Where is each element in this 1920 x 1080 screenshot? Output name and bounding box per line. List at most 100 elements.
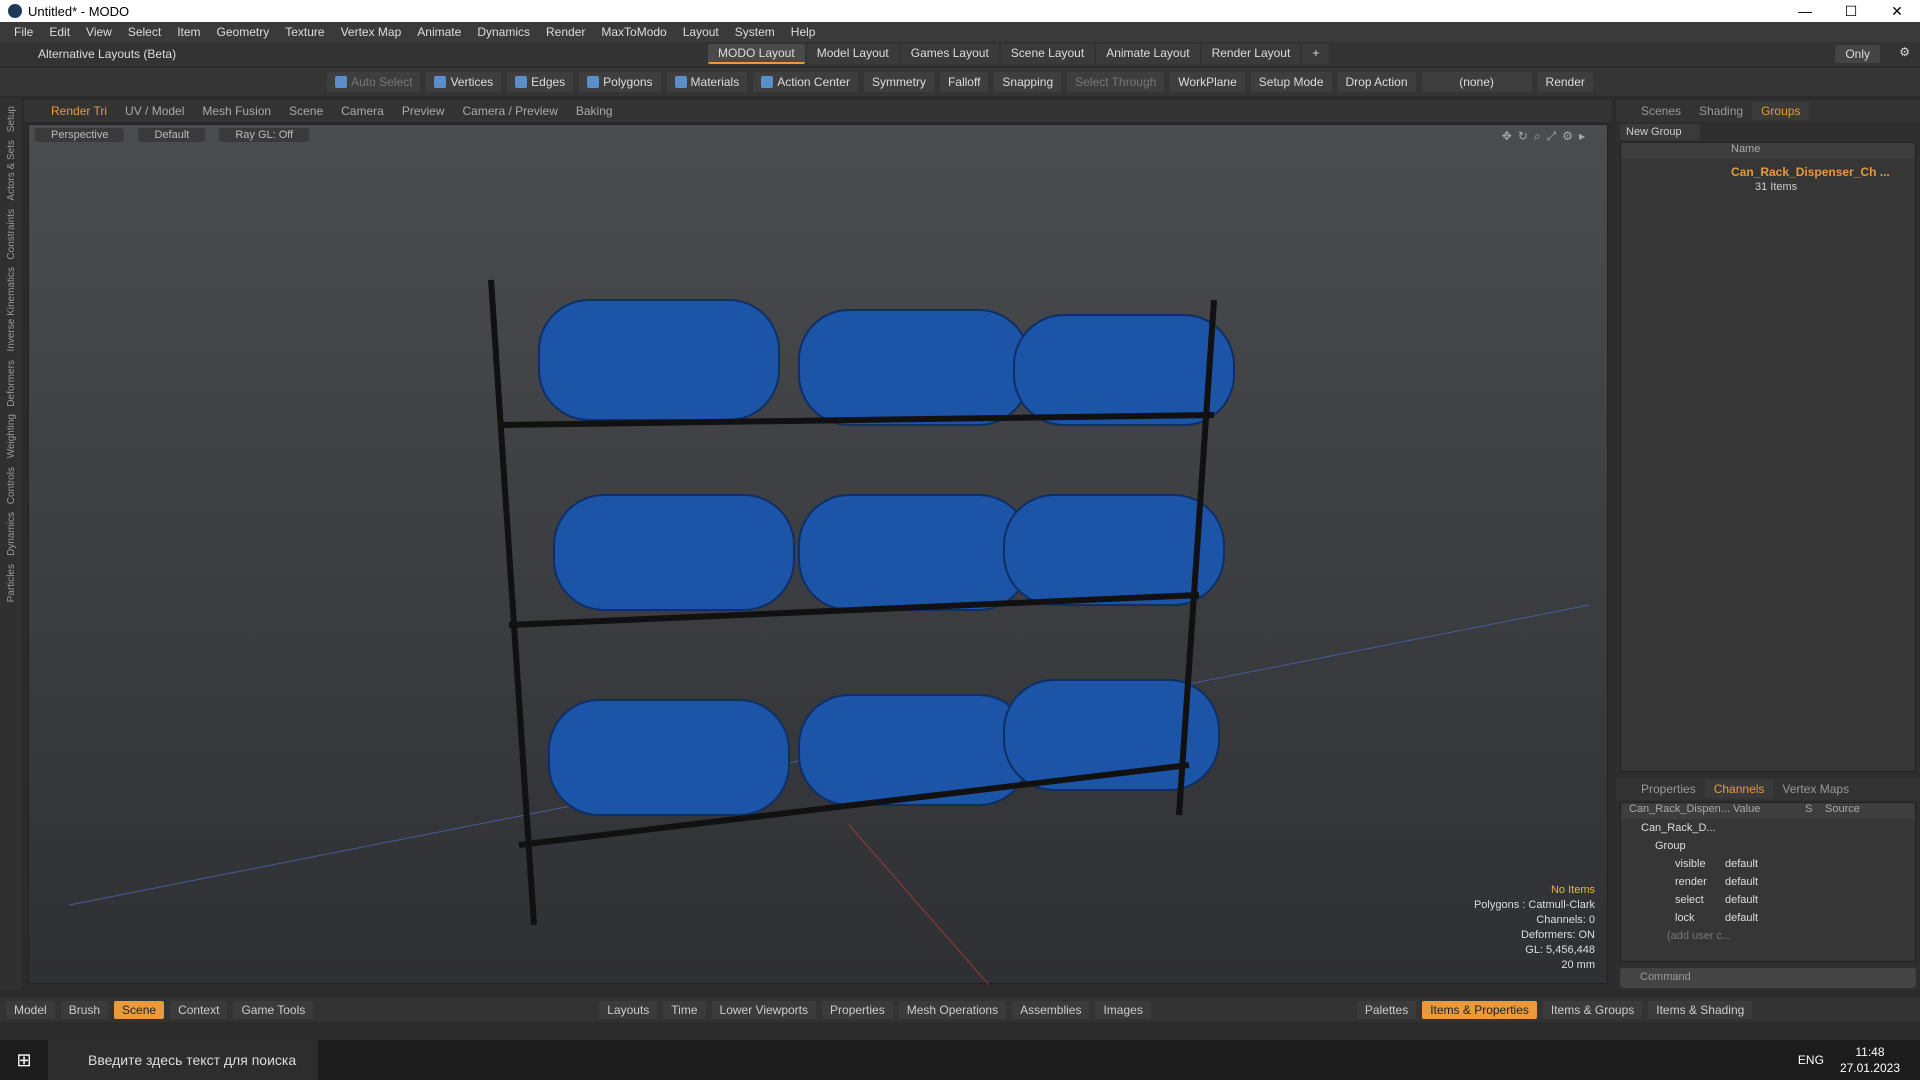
table-row[interactable]: render default — [1621, 873, 1915, 891]
tab-games-layout[interactable]: Games Layout — [900, 44, 999, 64]
tab-render-layout[interactable]: Render Layout — [1201, 44, 1301, 64]
tab-scene-layout[interactable]: Scene Layout — [1000, 44, 1095, 64]
lower-viewports-button[interactable]: Lower Viewports — [711, 1001, 817, 1019]
menu-item[interactable]: Item — [169, 25, 208, 39]
right-panel: Scenes Shading Groups New Group Name Can… — [1616, 100, 1920, 990]
only-button[interactable]: Only — [1835, 45, 1880, 63]
materials-button[interactable]: Materials — [666, 72, 748, 92]
strip-dynamics[interactable]: Dynamics — [6, 512, 17, 556]
new-group-button[interactable]: New Group — [1620, 124, 1700, 140]
3d-viewport[interactable]: Perspective Default Ray GL: Off ✥↻⌕⤢⚙▸ N… — [28, 124, 1608, 985]
menu-geometry[interactable]: Geometry — [209, 25, 278, 39]
add-user-channel[interactable]: (add user c... — [1621, 927, 1915, 945]
strip-particles[interactable]: Particles — [6, 564, 17, 602]
assemblies-button[interactable]: Assemblies — [1012, 1001, 1090, 1019]
menu-edit[interactable]: Edit — [41, 25, 78, 39]
menu-vertex-map[interactable]: Vertex Map — [333, 25, 410, 39]
table-row[interactable]: select default — [1621, 891, 1915, 909]
mesh-operations-button[interactable]: Mesh Operations — [898, 1001, 1007, 1019]
brush-button[interactable]: Brush — [60, 1001, 109, 1019]
tab-preview[interactable]: Preview — [393, 102, 454, 120]
context-button[interactable]: Context — [170, 1001, 228, 1019]
items-groups-button[interactable]: Items & Groups — [1542, 1001, 1643, 1019]
menu-texture[interactable]: Texture — [277, 25, 332, 39]
tab-properties[interactable]: Properties — [1632, 780, 1705, 798]
strip-controls[interactable]: Controls — [6, 467, 17, 504]
polygons-button[interactable]: Polygons — [579, 72, 661, 92]
tab-render-tri[interactable]: Render Tri — [42, 102, 116, 120]
minimize-icon[interactable]: — — [1782, 3, 1828, 20]
tab-modo-layout[interactable]: MODO Layout — [708, 44, 805, 64]
select-through-button[interactable]: Select Through — [1067, 72, 1165, 92]
menu-file[interactable]: File — [6, 25, 41, 39]
menu-animate[interactable]: Animate — [409, 25, 469, 39]
maximize-icon[interactable]: ☐ — [1828, 3, 1874, 20]
tab-scene[interactable]: Scene — [280, 102, 332, 120]
tab-baking[interactable]: Baking — [567, 102, 622, 120]
tab-groups[interactable]: Groups — [1752, 102, 1810, 120]
tab-camera-preview[interactable]: Camera / Preview — [454, 102, 567, 120]
items-shading-button[interactable]: Items & Shading — [1648, 1001, 1753, 1019]
strip-setup[interactable]: Setup — [6, 106, 17, 132]
menu-view[interactable]: View — [78, 25, 120, 39]
tab-channels[interactable]: Channels — [1704, 780, 1774, 798]
menu-maxtomodo[interactable]: MaxToModo — [593, 25, 674, 39]
table-row[interactable]: visible default — [1621, 855, 1915, 873]
setup-mode-button[interactable]: Setup Mode — [1250, 72, 1332, 92]
menu-dynamics[interactable]: Dynamics — [469, 25, 538, 39]
tab-shading[interactable]: Shading — [1690, 102, 1752, 120]
edges-button[interactable]: Edges — [507, 72, 574, 92]
strip-weighting[interactable]: Weighting — [6, 414, 17, 458]
tab-model-layout[interactable]: Model Layout — [806, 44, 899, 64]
strip-deformers[interactable]: Deformers — [6, 360, 17, 407]
layouts-button[interactable]: Layouts — [599, 1001, 658, 1019]
strip-actors[interactable]: Actors & Sets — [6, 140, 17, 201]
action-center-button[interactable]: Action Center — [753, 72, 858, 92]
table-row[interactable]: lock default — [1621, 909, 1915, 927]
images-button[interactable]: Images — [1095, 1001, 1151, 1019]
properties-button[interactable]: Properties — [822, 1001, 893, 1019]
model-button[interactable]: Model — [6, 1001, 55, 1019]
channel-col-source: Source — [1825, 803, 1860, 815]
channels-grid: Can_Rack_Dispen... Value S Source Can_Ra… — [1620, 802, 1916, 962]
scene-button[interactable]: Scene — [114, 1001, 165, 1019]
channel-root[interactable]: Can_Rack_D... — [1621, 819, 1915, 837]
clock[interactable]: 11:48 27.01.2023 — [1840, 1044, 1900, 1076]
language-indicator[interactable]: ENG — [1798, 1053, 1824, 1067]
render-button[interactable]: Render — [1537, 72, 1593, 92]
groups-list: Name Can_Rack_Dispenser_Ch ... 31 Items — [1620, 142, 1916, 772]
tab-animate-layout[interactable]: Animate Layout — [1096, 44, 1200, 64]
workplane-button[interactable]: WorkPlane — [1170, 72, 1245, 92]
group-item[interactable]: Can_Rack_Dispenser_Ch ... — [1731, 165, 1890, 179]
menu-help[interactable]: Help — [783, 25, 824, 39]
alt-layouts-dropdown[interactable]: Alternative Layouts (Beta) — [38, 47, 176, 61]
strip-ik[interactable]: Inverse Kinematics — [6, 267, 17, 351]
menu-system[interactable]: System — [727, 25, 783, 39]
time-button[interactable]: Time — [663, 1001, 706, 1019]
vertices-button[interactable]: Vertices — [426, 72, 502, 92]
tab-mesh-fusion[interactable]: Mesh Fusion — [193, 102, 280, 120]
auto-select-button[interactable]: Auto Select — [327, 72, 421, 92]
menu-layout[interactable]: Layout — [675, 25, 727, 39]
command-input[interactable]: Command — [1620, 968, 1916, 988]
menu-render[interactable]: Render — [538, 25, 593, 39]
windows-start-icon[interactable]: ⊞ — [0, 1050, 48, 1071]
symmetry-button[interactable]: Symmetry — [863, 72, 934, 92]
game-tools-button[interactable]: Game Tools — [233, 1001, 314, 1019]
strip-constraints[interactable]: Constraints — [6, 209, 17, 260]
gear-icon[interactable]: ⚙ — [1899, 45, 1910, 59]
add-layout-button[interactable]: + — [1302, 44, 1330, 64]
items-properties-button[interactable]: Items & Properties — [1422, 1001, 1537, 1019]
channel-group[interactable]: Group — [1621, 837, 1915, 855]
palettes-button[interactable]: Palettes — [1356, 1001, 1417, 1019]
taskbar-search[interactable]: Введите здесь текст для поиска — [48, 1040, 318, 1080]
tab-uv-model[interactable]: UV / Model — [116, 102, 193, 120]
falloff-button[interactable]: Falloff — [939, 72, 989, 92]
tab-vertex-maps[interactable]: Vertex Maps — [1773, 780, 1858, 798]
snapping-button[interactable]: Snapping — [994, 72, 1062, 92]
tab-camera[interactable]: Camera — [332, 102, 393, 120]
tab-scenes[interactable]: Scenes — [1632, 102, 1690, 120]
menu-select[interactable]: Select — [120, 25, 169, 39]
close-icon[interactable]: ✕ — [1874, 3, 1920, 20]
drop-action-select[interactable]: (none) — [1421, 72, 1532, 92]
